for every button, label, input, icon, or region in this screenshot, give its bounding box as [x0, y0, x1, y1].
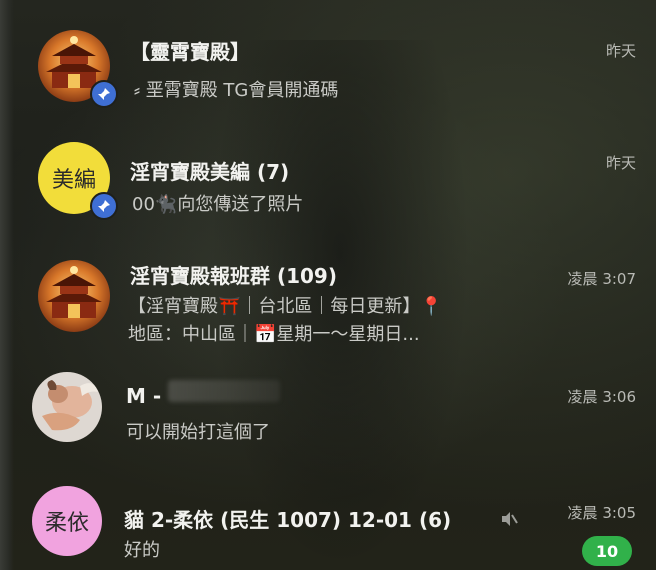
pin-icon: [90, 192, 118, 220]
chat-row-meibian[interactable]: 美編 淫宵寶殿美編 (7) 00🐈‍⬛向您傳送了照片 昨天: [0, 126, 656, 238]
pin-icon: [90, 80, 118, 108]
chat-preview: 好的: [124, 540, 160, 561]
avatar-initials: 柔依: [44, 511, 89, 536]
chat-preview: 可以開始打這個了: [126, 422, 270, 443]
chat-time: 凌晨 3:06: [567, 388, 636, 406]
chat-time: 凌晨 3:07: [567, 270, 636, 288]
cupid-avatar: [32, 372, 102, 442]
avatar-initials: 美編: [51, 168, 96, 193]
unread-count-badge: 10: [582, 536, 632, 566]
chat-name: 【靈霄寶殿】: [130, 40, 250, 64]
chat-row-baoban[interactable]: 淫宵寶殿報班群 (109) 【淫宵寶殿⛩️｜台北區｜每日更新】📍 地區：中山區｜…: [0, 244, 656, 356]
chat-preview: ⸗ 垩霄寶殿 TG會員開通碼: [134, 80, 339, 101]
redacted-name-blur: [168, 380, 280, 402]
chat-name: 淫宵寶殿報班群 (109): [130, 264, 337, 288]
chat-preview-line2: 地區：中山區｜📅星期一～星期日...: [128, 324, 420, 345]
avatar: 柔依: [32, 486, 102, 556]
chat-preview: 00🐈‍⬛向您傳送了照片: [132, 194, 304, 215]
chat-time: 凌晨 3:05: [567, 504, 636, 522]
chat-time: 昨天: [605, 154, 636, 172]
mute-icon: [500, 510, 518, 532]
chat-preview-line1: 【淫宵寶殿⛩️｜台北區｜每日更新】📍: [128, 296, 443, 317]
chat-time: 昨天: [605, 42, 636, 60]
chat-name: M -: [126, 384, 162, 408]
chat-list-screen: 【靈霄寶殿】 ⸗ 垩霄寶殿 TG會員開通碼 昨天 美編 淫宵寶殿美編 (7) 0…: [0, 0, 656, 570]
chat-row-m[interactable]: M - 可以開始打這個了 凌晨 3:06: [0, 360, 656, 472]
chat-row-rouyi[interactable]: 柔依 貓 2-柔依 (民生 1007) 12-01 (6) 好的 凌晨 3:05…: [0, 474, 656, 570]
chat-name: 淫宵寶殿美編 (7): [130, 160, 290, 184]
temple-avatar: [38, 260, 110, 332]
chat-name: 貓 2-柔依 (民生 1007) 12-01 (6): [124, 508, 452, 532]
chat-row-lingxiao[interactable]: 【靈霄寶殿】 ⸗ 垩霄寶殿 TG會員開通碼 昨天: [0, 14, 656, 126]
